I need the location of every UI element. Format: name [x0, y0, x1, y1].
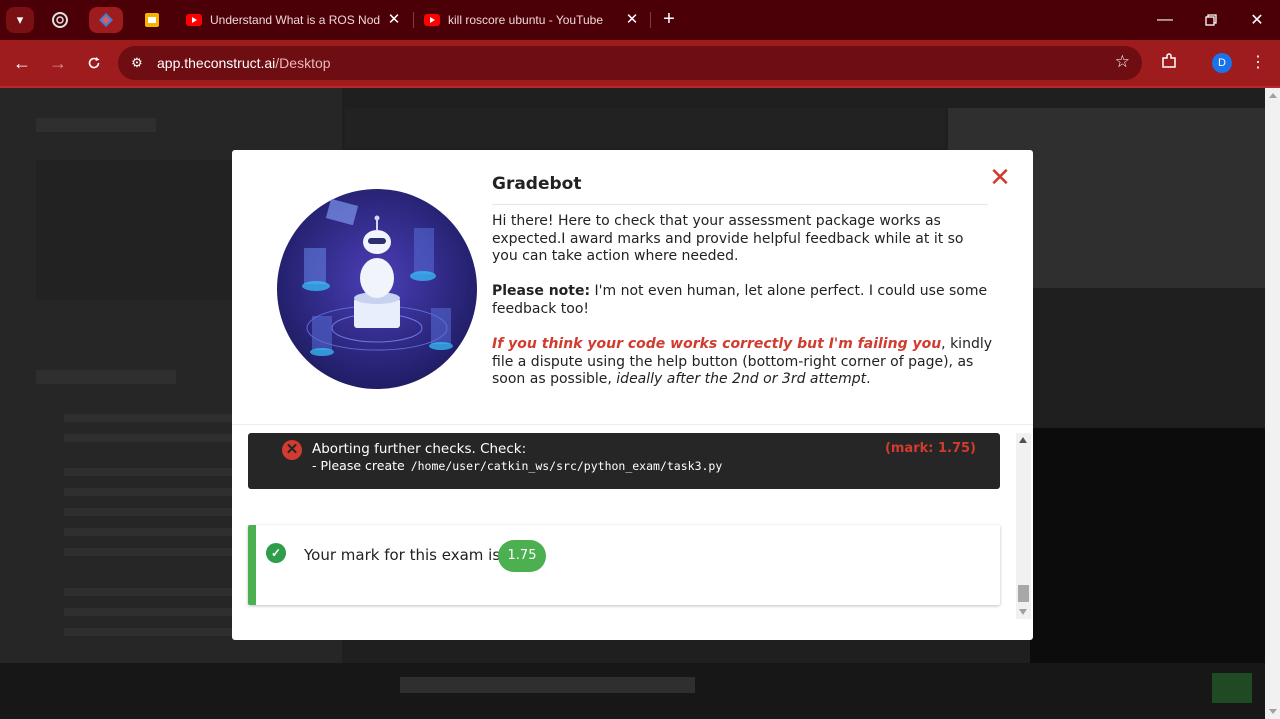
terminal-panel: [1030, 428, 1265, 663]
tab-ros-node[interactable]: Understand What is a ROS Node ✕: [176, 6, 408, 34]
profile-avatar[interactable]: D: [1212, 53, 1232, 73]
url-text[interactable]: app.theconstruct.ai/Desktop: [157, 55, 331, 71]
dispute-text: If you think your code works correctly b…: [492, 336, 992, 389]
openai-icon: [52, 12, 68, 28]
forward-button[interactable]: →: [45, 50, 71, 76]
restore-icon: [1205, 14, 1217, 26]
theconstruct-icon: [99, 13, 113, 27]
extensions-icon[interactable]: [1158, 52, 1180, 74]
back-button[interactable]: ←: [9, 50, 35, 76]
url-host: app.theconstruct.ai: [157, 55, 276, 71]
dispute-warning: If you think your code works correctly b…: [492, 336, 942, 352]
results-scrollbar[interactable]: [1016, 433, 1031, 619]
error-result-card: ✕ Aborting further checks. Check: - Plea…: [248, 433, 1000, 489]
youtube-icon: [186, 14, 202, 26]
error-detail: - Please create/home/user/catkin_ws/src/…: [312, 458, 722, 473]
final-mark-label: Your mark for this exam is:: [304, 546, 506, 564]
pinned-tab-openai[interactable]: [43, 7, 77, 33]
reload-icon: [88, 57, 100, 69]
title-divider: [492, 204, 988, 205]
puzzle-icon: [1162, 53, 1176, 68]
browser-menu-icon[interactable]: ⋮: [1250, 50, 1266, 76]
window-close-button[interactable]: ✕: [1234, 0, 1280, 40]
scroll-up-arrow[interactable]: [1019, 437, 1027, 443]
restore-button[interactable]: [1188, 0, 1234, 40]
address-bar[interactable]: ⚙ app.theconstruct.ai/Desktop ☆: [118, 46, 1142, 80]
scroll-down-arrow[interactable]: [1019, 609, 1027, 615]
pinned-tab-slides[interactable]: [135, 7, 169, 33]
tab-title: Understand What is a ROS Node: [210, 13, 380, 27]
youtube-icon: [424, 14, 440, 26]
note-text: Please note: I'm not even human, let alo…: [492, 283, 992, 318]
dispute-tail: ideally after the 2nd or 3rd attempt: [616, 371, 867, 387]
gradebot-dialog: Gradebot ✕ Hi there! Here to check that …: [232, 150, 1033, 640]
close-icon[interactable]: ✕: [624, 12, 640, 28]
minimize-button[interactable]: —: [1142, 0, 1188, 40]
tab-strip: ▾ Understand What is a ROS Node ✕ kill r…: [0, 0, 1280, 40]
gradebot-robot-illustration: [277, 189, 477, 389]
browser-toolbar: ← → ⚙ app.theconstruct.ai/Desktop ☆ D ⋮: [0, 40, 1280, 86]
final-mark-card: ✓ Your mark for this exam is: 1.75: [248, 525, 1000, 605]
results-scroll-area[interactable]: ✕ Aborting further checks. Check: - Plea…: [232, 425, 1033, 640]
url-path: /Desktop: [275, 55, 331, 71]
error-mark: (mark: 1.75): [884, 441, 976, 456]
site-settings-icon[interactable]: ⚙: [128, 54, 146, 72]
slides-icon: [145, 13, 159, 27]
reload-button[interactable]: [81, 50, 107, 76]
scroll-thumb[interactable]: [1018, 585, 1029, 602]
bookmark-star-icon[interactable]: ☆: [1115, 52, 1130, 72]
scroll-up-arrow[interactable]: [1269, 93, 1277, 98]
tab-separator: [650, 12, 651, 28]
tab-search-button[interactable]: ▾: [6, 7, 34, 33]
final-mark-badge: 1.75: [498, 540, 546, 572]
page-scrollbar[interactable]: [1265, 88, 1280, 719]
tab-title: kill roscore ubuntu - YouTube: [448, 13, 603, 27]
note-label: Please note:: [492, 283, 591, 299]
bottom-toolbar: [0, 663, 1265, 719]
error-x-icon: ✕: [282, 440, 302, 460]
check-circle-icon: ✓: [266, 543, 286, 563]
error-path: /home/user/catkin_ws/src/python_exam/tas…: [410, 459, 723, 473]
error-detail-prefix: - Please create: [312, 458, 405, 473]
dispute-end: .: [866, 371, 871, 387]
intro-text: Hi there! Here to check that your assess…: [492, 213, 964, 264]
tab-kill-roscore[interactable]: kill roscore ubuntu - YouTube ✕: [414, 6, 646, 34]
close-icon[interactable]: ✕: [386, 12, 402, 28]
close-icon[interactable]: ✕: [988, 165, 1012, 191]
chevron-down-icon: ▾: [16, 12, 24, 27]
error-heading: Aborting further checks. Check:: [312, 441, 527, 457]
pinned-tab-theconstruct[interactable]: [89, 7, 123, 33]
new-tab-button[interactable]: +: [658, 8, 680, 30]
scroll-down-arrow[interactable]: [1269, 709, 1277, 714]
dialog-title: Gradebot: [492, 174, 582, 194]
